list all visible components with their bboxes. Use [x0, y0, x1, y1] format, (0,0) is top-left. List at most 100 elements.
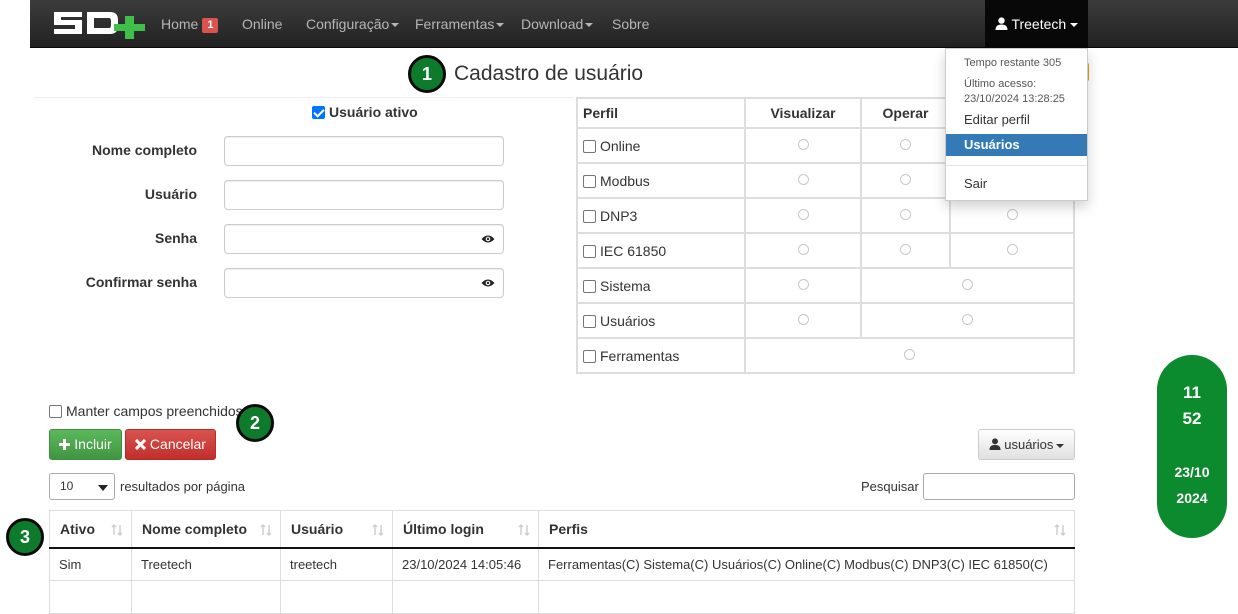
column-label: Usuário: [291, 520, 344, 537]
column-label: Perfis: [549, 520, 588, 537]
users-menu-label: usuários: [1004, 437, 1054, 452]
clock-year: 2024: [1176, 490, 1208, 506]
checkbox[interactable]: [583, 314, 596, 328]
nav-home[interactable]: Home 1: [161, 0, 219, 48]
user-icon: [995, 17, 1008, 30]
search-label: Pesquisar: [861, 479, 919, 494]
sort-icon[interactable]: [372, 524, 384, 536]
radio-config[interactable]: [1006, 209, 1018, 220]
session-remaining: Tempo restante 305: [964, 57, 1062, 69]
include-button[interactable]: Incluir: [49, 429, 122, 460]
column-header-ultimo-login[interactable]: Último login: [392, 510, 539, 549]
last-access-label: Último acesso:: [964, 78, 1037, 90]
page-size-select[interactable]: 10: [49, 473, 115, 500]
keep-fields-checkbox[interactable]: Manter campos preenchidos: [49, 403, 243, 419]
radio-operate[interactable]: [962, 279, 973, 290]
checkbox[interactable]: [583, 349, 596, 363]
cancel-button[interactable]: Cancelar: [125, 429, 216, 460]
include-label: Incluir: [74, 436, 112, 452]
profile-label: IEC 61850: [600, 242, 667, 259]
nav-download[interactable]: Download: [521, 0, 594, 48]
radio-view[interactable]: [797, 279, 809, 290]
sort-icon[interactable]: [518, 524, 530, 536]
nav-download-label: Download: [521, 16, 584, 32]
table-row[interactable]: Sim Treetech treetech 23/10/2024 14:05:4…: [49, 547, 1075, 581]
users-menu-button[interactable]: usuários: [978, 429, 1075, 460]
caret-down-icon: [1070, 23, 1079, 28]
nav-tools[interactable]: Ferramentas: [415, 0, 505, 48]
search-input[interactable]: [923, 473, 1075, 500]
step-marker-2: 2: [236, 404, 274, 442]
page-title: Cadastro de usuário: [454, 62, 644, 85]
checkbox[interactable]: [583, 209, 596, 223]
caret-down-icon: [1056, 443, 1065, 448]
column-header-nome[interactable]: Nome completo: [131, 510, 281, 549]
menu-edit-profile[interactable]: Editar perfil: [946, 109, 1087, 131]
checkbox[interactable]: [583, 279, 596, 293]
radio-view[interactable]: [797, 314, 809, 325]
username-input[interactable]: [224, 180, 504, 210]
radio-view[interactable]: [797, 174, 809, 185]
sort-icon[interactable]: [260, 524, 272, 536]
menu-users[interactable]: Usuários: [946, 134, 1087, 156]
checkbox[interactable]: [583, 244, 596, 258]
column-header-usuario[interactable]: Usuário: [280, 510, 393, 549]
radio-operate[interactable]: [900, 139, 911, 150]
checkbox-checked[interactable]: [312, 106, 325, 119]
confirm-password-label: Confirmar senha: [85, 274, 197, 290]
checkbox[interactable]: [583, 139, 596, 153]
perfil-header: Perfil: [576, 97, 746, 129]
user-icon: [989, 438, 1001, 450]
nav-about[interactable]: Sobre: [612, 0, 649, 48]
confirm-password-input[interactable]: [224, 268, 504, 298]
full-name-input[interactable]: [224, 136, 504, 166]
user-dropdown-menu: Tempo restante 305 Último acesso: 23/10/…: [945, 48, 1088, 201]
checkbox[interactable]: [583, 174, 596, 188]
radio-config[interactable]: [1006, 244, 1018, 255]
user-menu-toggle[interactable]: Treetech: [985, 0, 1088, 48]
nav-tools-label: Ferramentas: [415, 16, 495, 32]
radio-view[interactable]: [797, 139, 809, 150]
sort-icon[interactable]: [111, 524, 123, 536]
profile-row-modbus[interactable]: Modbus: [576, 162, 746, 199]
nav-online[interactable]: Online: [242, 0, 282, 48]
home-badge: 1: [202, 17, 219, 33]
users-table: Ativo Nome completo Usuário Último login…: [49, 510, 1075, 614]
radio-access[interactable]: [904, 349, 915, 360]
column-label: Último login: [403, 520, 484, 537]
radio-operate[interactable]: [900, 174, 911, 185]
eye-icon[interactable]: [481, 234, 495, 244]
title-divider: [34, 97, 574, 98]
profile-row-usuarios[interactable]: Usuários: [576, 302, 746, 339]
password-label: Senha: [154, 230, 197, 246]
profile-row-iec61850[interactable]: IEC 61850: [576, 232, 746, 269]
page-size-value: 10: [60, 479, 74, 493]
radio-operate[interactable]: [900, 244, 911, 255]
radio-operate[interactable]: [900, 209, 911, 220]
profile-row-online[interactable]: Online: [576, 127, 746, 164]
eye-icon[interactable]: [481, 278, 495, 288]
radio-view[interactable]: [797, 244, 809, 255]
active-user-checkbox[interactable]: Usuário ativo: [312, 104, 418, 120]
menu-logout[interactable]: Sair: [946, 173, 1087, 195]
profile-label: Sistema: [600, 277, 651, 294]
profile-row-dnp3[interactable]: DNP3: [576, 197, 746, 234]
password-input[interactable]: [224, 224, 504, 254]
caret-down-icon: [496, 23, 505, 28]
column-header-perfis[interactable]: Perfis: [538, 510, 1075, 549]
sd-plus-logo[interactable]: [52, 8, 148, 40]
column-label: Ativo: [60, 520, 95, 537]
profile-row-sistema[interactable]: Sistema: [576, 267, 746, 304]
user-name: Treetech: [1011, 16, 1067, 32]
nav-config[interactable]: Configuração: [306, 0, 400, 48]
plus-icon: [59, 439, 71, 450]
sort-icon[interactable]: [1054, 524, 1066, 536]
column-header-ativo[interactable]: Ativo: [49, 510, 132, 549]
top-navbar: Home 1 Online Configuração Ferramentas Do…: [30, 0, 1238, 48]
cancel-label: Cancelar: [149, 436, 206, 452]
checkbox[interactable]: [49, 405, 62, 418]
caret-down-icon: [585, 23, 594, 28]
profile-row-ferramentas[interactable]: Ferramentas: [576, 337, 746, 374]
radio-operate[interactable]: [962, 314, 973, 325]
radio-view[interactable]: [797, 209, 809, 220]
